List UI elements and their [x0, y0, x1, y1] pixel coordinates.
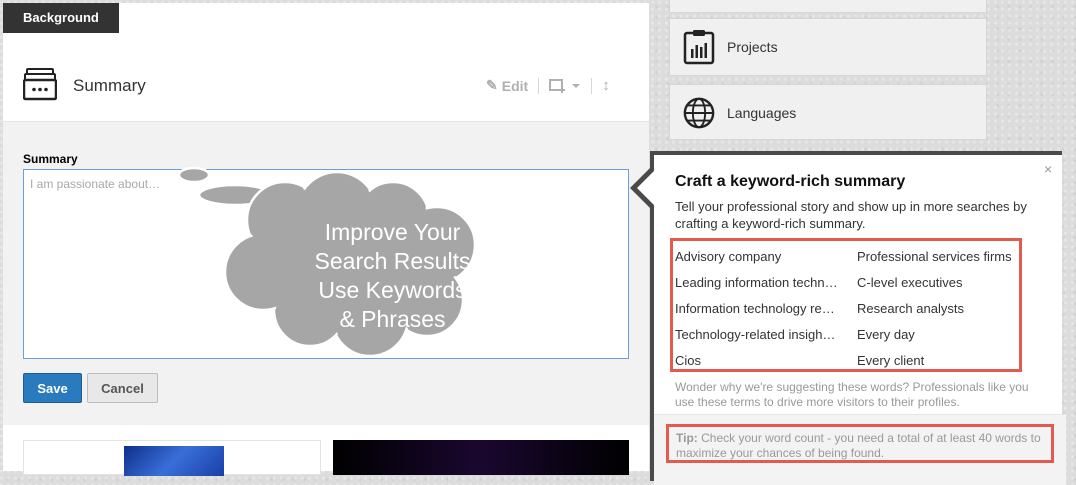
summary-field-label: Summary: [23, 152, 78, 166]
reorder-arrows-icon[interactable]: ↕: [602, 77, 610, 94]
cloud-callout-text: Improve Your Search Results Use Keywords…: [290, 218, 495, 334]
cloud-text-line: Use Keywords: [318, 277, 467, 303]
chevron-down-icon: [572, 83, 581, 88]
summary-header: Summary ✎ Edit ↕: [3, 50, 649, 122]
keyword-suggestion-popover: × Craft a keyword-rich summary Tell your…: [650, 151, 1066, 485]
keyword-suggestion[interactable]: Technology-related insigh…: [675, 327, 840, 342]
media-thumbnail-image: [124, 446, 224, 476]
pencil-icon: ✎: [486, 77, 498, 93]
keyword-suggestion[interactable]: Cios: [675, 353, 840, 368]
add-media-icon: [549, 78, 566, 93]
keyword-suggestion[interactable]: C-level executives: [857, 275, 1019, 290]
add-media-button[interactable]: [549, 78, 581, 94]
summary-section-title: Summary: [73, 76, 146, 95]
tip-label: Tip:: [676, 431, 698, 445]
toolbar-divider: [591, 77, 593, 94]
cloud-text-line: & Phrases: [339, 306, 446, 332]
edit-button[interactable]: Edit: [502, 78, 528, 94]
keyword-suggestion[interactable]: Advisory company: [675, 249, 840, 264]
toolbar-divider: [538, 77, 540, 94]
keyword-suggestion[interactable]: Professional services firms: [857, 249, 1019, 264]
media-thumbnail[interactable]: [23, 440, 321, 476]
keyword-suggestion[interactable]: Every client: [857, 353, 1019, 368]
languages-section-button[interactable]: Languages: [669, 84, 987, 140]
languages-label: Languages: [727, 105, 797, 121]
projects-label: Projects: [727, 39, 778, 55]
keyword-suggestion[interactable]: Research analysts: [857, 301, 1019, 316]
media-thumbnail[interactable]: [333, 440, 629, 475]
tip-highlight-box: Tip: Check your word count - you need a …: [666, 424, 1054, 463]
keyword-suggestion[interactable]: Every day: [857, 327, 1019, 342]
background-tab: Background: [3, 3, 119, 33]
side-section-top: [669, 0, 987, 13]
popover-arrow-fill: [637, 168, 657, 208]
save-button[interactable]: Save: [23, 373, 82, 403]
popover-explanation: Wonder why we're suggesting these words?…: [675, 380, 1029, 409]
popover-title: Craft a keyword-rich summary: [675, 173, 906, 190]
projects-section-button[interactable]: Projects: [669, 18, 987, 76]
cancel-button[interactable]: Cancel: [87, 373, 158, 403]
media-row: [3, 425, 649, 476]
cloud-text-line: Improve Your: [324, 219, 461, 245]
summary-folder-icon: [23, 68, 57, 101]
globe-icon: [683, 97, 715, 129]
keyword-suggestion[interactable]: Information technology re…: [675, 301, 840, 316]
tip-text: Check your word count - you need a total…: [676, 431, 1041, 460]
keyword-suggestion[interactable]: Leading information techn…: [675, 275, 840, 290]
cloud-text-line: Search Results: [314, 248, 471, 274]
popover-description: Tell your professional story and show up…: [675, 199, 1027, 231]
projects-clipboard-icon: [683, 30, 715, 65]
close-icon[interactable]: ×: [1044, 161, 1052, 177]
